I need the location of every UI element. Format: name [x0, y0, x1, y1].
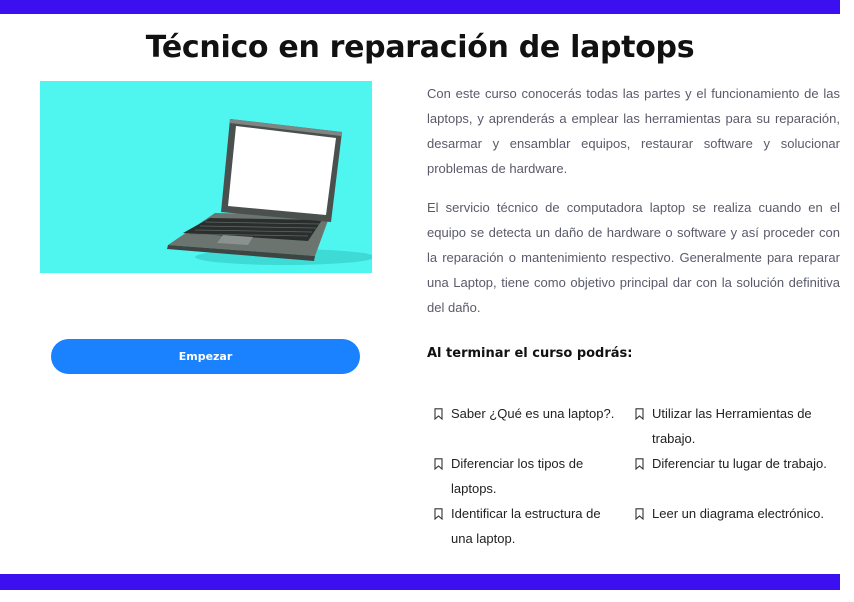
outcomes-heading: Al terminar el curso podrás: [427, 346, 633, 361]
list-item-text: Diferenciar los tipos de laptops. [451, 456, 584, 496]
list-item: Identificar la estructura de una laptop. [432, 501, 622, 551]
laptop-image [40, 81, 372, 273]
bookmark-icon [635, 508, 644, 520]
description-paragraph-1: Con este curso conocerás todas las parte… [427, 86, 840, 176]
list-item-text: Utilizar las Herramientas de trabajo. [652, 406, 812, 446]
bookmark-icon [434, 458, 443, 470]
bookmark-icon [434, 408, 443, 420]
start-button[interactable]: Empezar [51, 339, 360, 374]
list-item-text: Saber ¿Qué es una laptop?. [451, 406, 615, 421]
list-item-text: Leer un diagrama electrónico. [652, 506, 824, 521]
top-accent-bar [0, 0, 840, 14]
list-item: Utilizar las Herramientas de trabajo. [633, 401, 833, 451]
list-item: Diferenciar tu lugar de trabajo. [633, 451, 833, 501]
list-item: Diferenciar los tipos de laptops. [432, 451, 622, 501]
description-paragraph-2: El servicio técnico de computadora lapto… [427, 200, 840, 315]
outcomes-list-right: Utilizar las Herramientas de trabajo. Di… [633, 401, 833, 551]
list-item: Leer un diagrama electrónico. [633, 501, 833, 551]
list-item-text: Diferenciar tu lugar de trabajo. [652, 456, 827, 471]
page-title: Técnico en reparación de laptops [145, 30, 695, 65]
bookmark-icon [635, 458, 644, 470]
list-item: Saber ¿Qué es una laptop?. [432, 401, 622, 451]
list-item-text: Identificar la estructura de una laptop. [451, 506, 601, 546]
bookmark-icon [434, 508, 443, 520]
outcomes-list-left: Saber ¿Qué es una laptop?. Diferenciar l… [432, 401, 622, 551]
bookmark-icon [635, 408, 644, 420]
bottom-accent-bar [0, 574, 840, 590]
